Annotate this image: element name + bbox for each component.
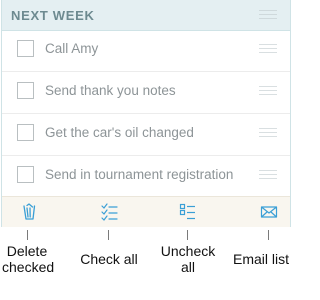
drag-handle-icon[interactable] [259, 170, 277, 179]
drag-handle-icon[interactable] [259, 44, 277, 53]
task-row[interactable]: Send in tournament registration [2, 156, 290, 196]
task-list-panel: NEXT WEEK Call Amy Send thank you notes … [1, 0, 291, 227]
delete-checked-button[interactable] [19, 202, 39, 222]
uncheck-all-button[interactable] [178, 202, 198, 222]
section-drag-handle-icon[interactable] [259, 10, 277, 19]
delete-callout-line [27, 230, 28, 240]
checklist-checked-icon [101, 203, 118, 221]
callout-text: Email list [232, 251, 289, 267]
drag-handle-icon[interactable] [259, 128, 277, 137]
task-label: Send in tournament registration [45, 167, 234, 182]
task-label: Send thank you notes [45, 83, 176, 98]
checklist-unchecked-icon [179, 203, 195, 220]
task-row[interactable]: Get the car's oil changed [2, 114, 290, 156]
bottom-toolbar [2, 196, 290, 227]
task-label: Call Amy [45, 41, 99, 56]
callout-text: Uncheck [160, 243, 216, 259]
task-row[interactable]: Call Amy [2, 30, 290, 72]
check-all-callout-line [108, 230, 109, 240]
envelope-icon [260, 206, 278, 218]
task-row[interactable]: Send thank you notes [2, 72, 290, 114]
section-header: NEXT WEEK [2, 0, 290, 31]
email-callout-line [268, 230, 269, 240]
callout-text: all [180, 259, 195, 275]
task-checkbox[interactable] [17, 40, 34, 57]
check-all-callout: Check all [78, 251, 140, 267]
task-checkbox[interactable] [17, 166, 34, 183]
section-title: NEXT WEEK [11, 8, 95, 23]
uncheck-all-callout: Uncheck all [160, 243, 216, 275]
uncheck-callout-line [187, 230, 188, 240]
task-checkbox[interactable] [17, 124, 34, 141]
email-list-button[interactable] [259, 202, 279, 222]
callout-text: Delete [6, 243, 48, 259]
check-all-button[interactable] [100, 202, 120, 222]
callout-text: checked [2, 259, 55, 275]
email-list-callout: Email list [228, 251, 294, 267]
task-checkbox[interactable] [17, 82, 34, 99]
drag-handle-icon[interactable] [259, 86, 277, 95]
task-label: Get the car's oil changed [45, 125, 194, 140]
delete-checked-callout: Delete checked [2, 243, 55, 275]
trash-icon [23, 203, 36, 220]
callout-text: Check all [80, 251, 138, 267]
